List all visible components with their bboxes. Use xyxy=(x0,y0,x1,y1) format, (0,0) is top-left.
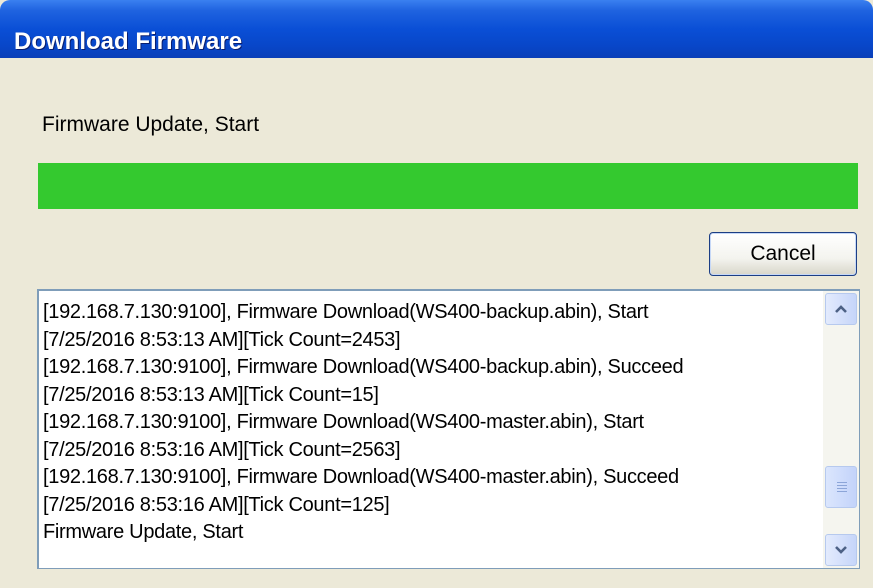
thumb-grip-line xyxy=(837,482,847,483)
log-line: [192.168.7.130:9100], Firmware Download(… xyxy=(43,411,644,433)
log-line: [7/25/2016 8:53:16 AM][Tick Count=2563] xyxy=(43,438,401,461)
thumb-grip-line xyxy=(837,491,847,492)
chevron-up-icon xyxy=(835,305,847,313)
thumb-grip-line xyxy=(837,488,847,489)
status-label: Firmware Update, Start xyxy=(42,113,260,136)
scroll-up-button[interactable] xyxy=(825,293,857,325)
log-line: [192.168.7.130:9100], Firmware Download(… xyxy=(43,466,679,488)
cancel-button[interactable]: Cancel xyxy=(709,232,857,276)
title-bar[interactable]: Download Firmware xyxy=(0,0,873,58)
log-line: [7/25/2016 8:53:13 AM][Tick Count=15] xyxy=(43,383,379,406)
progress-bar xyxy=(38,163,858,209)
log-line: Firmware Update, Start xyxy=(43,521,244,543)
log-textarea[interactable]: [192.168.7.130:9100], Firmware Download(… xyxy=(37,289,860,569)
chevron-down-icon xyxy=(835,546,847,554)
download-firmware-dialog: Download Firmware Firmware Update, Start… xyxy=(0,0,873,588)
progress-bar-fill xyxy=(38,163,858,209)
scroll-thumb[interactable] xyxy=(825,466,857,508)
log-line: [192.168.7.130:9100], Firmware Download(… xyxy=(43,356,684,378)
thumb-grip-line xyxy=(837,485,847,486)
vertical-scrollbar[interactable] xyxy=(823,291,859,568)
log-lines: [192.168.7.130:9100], Firmware Download(… xyxy=(43,299,821,547)
window-title: Download Firmware xyxy=(14,28,243,55)
log-line: [7/25/2016 8:53:16 AM][Tick Count=125] xyxy=(43,493,390,516)
log-line: [192.168.7.130:9100], Firmware Download(… xyxy=(43,301,649,323)
scroll-down-button[interactable] xyxy=(825,534,857,566)
log-line: [7/25/2016 8:53:13 AM][Tick Count=2453] xyxy=(43,328,401,351)
